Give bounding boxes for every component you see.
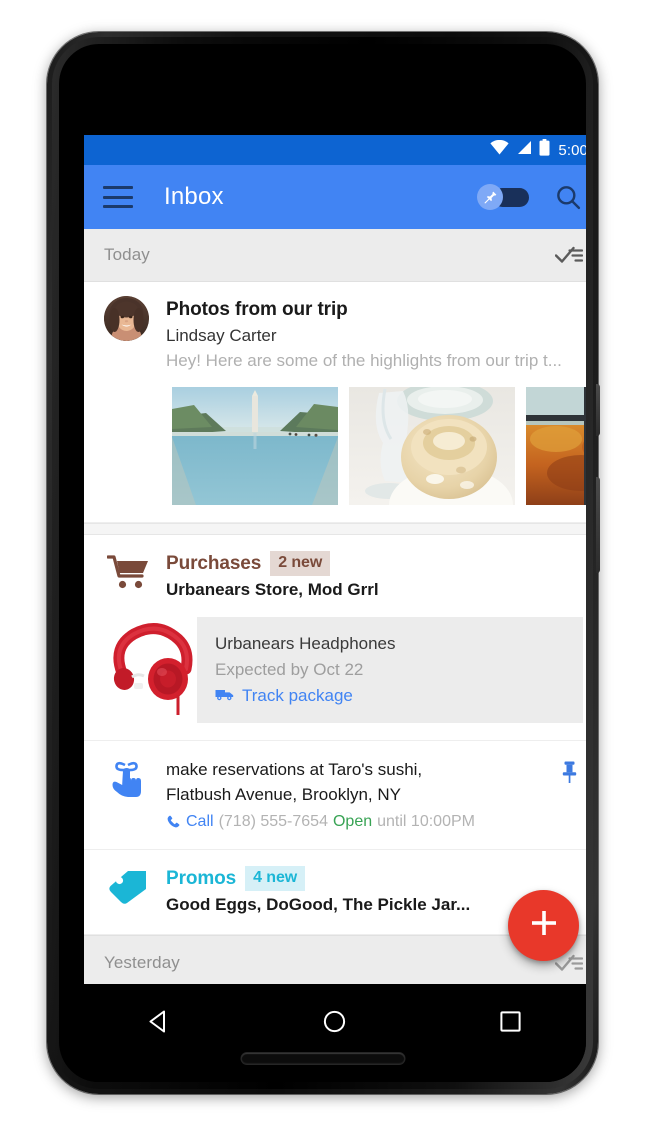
call-link[interactable]: Call (186, 809, 214, 834)
mail-item-text: Photos from our trip Lindsay Carter Hey!… (166, 296, 585, 373)
reminder-line-1: make reservations at Taro's sushi, (166, 760, 423, 779)
search-icon[interactable] (554, 183, 583, 212)
bundle-title: Promos (166, 867, 237, 889)
bundle-title-row: Purchases 2 new (166, 551, 583, 576)
reminder-line-2: Flatbush Avenue, Brooklyn, NY (166, 785, 401, 804)
pin-icon (477, 184, 503, 210)
card-divider (84, 523, 586, 535)
new-count-badge: 4 new (245, 866, 306, 891)
delivery-eta: Expected by Oct 22 (215, 660, 364, 679)
battery-icon (539, 139, 550, 161)
section-label: Yesterday (104, 953, 180, 972)
phone-screen-glass: 5:00 Inbox Today Photos from our trip Li… (59, 44, 586, 1082)
compose-fab-button[interactable] (508, 890, 579, 961)
plus-icon (529, 908, 559, 943)
bundle-senders: Urbanears Store, Mod Grrl (166, 580, 379, 599)
reminder-meta: Call (718) 555-7654 Open until 10:00PM (166, 809, 555, 834)
purchase-detail[interactable]: Urbanears Headphones Expected by Oct 22 (104, 617, 583, 723)
phone-icon (166, 814, 181, 829)
reminder-finger-string-icon (104, 757, 152, 834)
mail-item-photos[interactable]: Photos from our trip Lindsay Carter Hey!… (84, 282, 586, 523)
signal-icon (516, 140, 532, 160)
business-hours: until 10:00PM (377, 813, 475, 830)
recents-square-icon[interactable] (480, 1008, 540, 1035)
phone-device: 5:00 Inbox Today Photos from our trip Li… (47, 32, 600, 1094)
bundle-title: Purchases (166, 552, 262, 574)
bundle-text: Purchases 2 new Urbanears Store, Mod Grr… (166, 551, 583, 602)
mail-subject: Photos from our trip (166, 299, 348, 320)
mail-sender: Lindsay Carter (166, 326, 277, 345)
bundle-title-row: Promos 4 new (166, 866, 583, 891)
section-label: Today (104, 245, 150, 264)
new-count-badge: 2 new (270, 551, 331, 576)
bottom-speaker-grille (241, 1053, 404, 1064)
delivery-truck-icon (215, 684, 234, 708)
hamburger-menu-icon[interactable] (103, 186, 133, 208)
bundle-header: Purchases 2 new Urbanears Store, Mod Grr… (84, 551, 586, 602)
mail-snippet: Hey! Here are some of the highlights fro… (166, 351, 562, 370)
page-title: Inbox (164, 183, 224, 210)
volume-button[interactable] (596, 384, 600, 436)
pin-toggle[interactable] (477, 184, 529, 210)
section-header-today: Today (84, 229, 586, 282)
price-tag-icon (104, 866, 152, 917)
mail-item-header: Photos from our trip Lindsay Carter Hey!… (84, 296, 586, 373)
app-bar: Inbox (84, 165, 586, 229)
sweep-done-icon[interactable] (555, 244, 583, 266)
reminder-row: make reservations at Taro's sushi, Flatb… (84, 757, 586, 834)
track-package-label: Track package (242, 686, 353, 705)
red-headphones-photo (104, 617, 197, 715)
avatar (104, 296, 149, 341)
washington-monument-reflecting-pool-photo[interactable] (172, 387, 338, 505)
bundle-item-purchases[interactable]: Purchases 2 new Urbanears Store, Mod Grr… (84, 535, 586, 741)
autumn-window-view-photo[interactable] (526, 387, 586, 505)
power-button[interactable] (596, 477, 600, 573)
dessert-on-plate-photo[interactable] (349, 387, 515, 505)
app-screen: 5:00 Inbox Today Photos from our trip Li… (84, 135, 586, 984)
status-bar-clock: 5:00 (558, 141, 586, 159)
open-status: Open (332, 813, 373, 830)
home-circle-icon[interactable] (304, 1008, 364, 1035)
reminder-body: make reservations at Taro's sushi, Flatb… (166, 757, 555, 834)
photo-attachment-strip[interactable] (172, 387, 586, 505)
product-name: Urbanears Headphones (215, 634, 396, 653)
status-bar: 5:00 (84, 135, 586, 165)
wifi-icon (490, 139, 509, 160)
back-triangle-icon[interactable] (129, 1008, 189, 1035)
shopping-cart-icon (104, 551, 152, 602)
section-header-yesterday: Yesterday (84, 935, 586, 984)
mail-list[interactable]: Today Photos from our trip Lindsay Carte… (84, 229, 586, 984)
app-bar-actions (477, 183, 583, 212)
track-package-link[interactable]: Track package (215, 684, 567, 708)
pushpin-icon[interactable] (555, 757, 583, 834)
phone-number: (718) 555-7654 (218, 813, 328, 830)
reminder-item[interactable]: make reservations at Taro's sushi, Flatb… (84, 741, 586, 850)
android-navigation-bar (71, 984, 586, 1082)
purchase-card: Urbanears Headphones Expected by Oct 22 (197, 617, 583, 723)
